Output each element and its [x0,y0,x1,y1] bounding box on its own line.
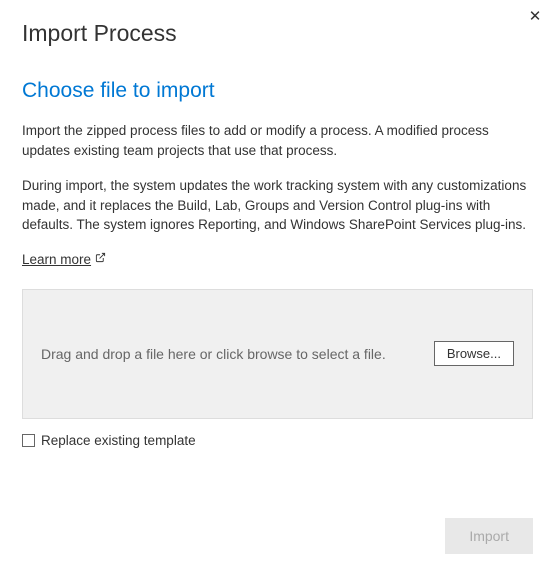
dropzone-instruction: Drag and drop a file here or click brows… [41,346,434,362]
external-link-icon [95,252,106,266]
description-paragraph-1: Import the zipped process files to add o… [22,121,533,160]
replace-template-row: Replace existing template [22,433,533,448]
browse-button[interactable]: Browse... [434,341,514,366]
close-button[interactable]: ✕ [527,8,543,24]
replace-template-label: Replace existing template [41,433,196,448]
learn-more-link[interactable]: Learn more [22,252,106,267]
dialog-content: Import Process Choose file to import Imp… [0,0,555,468]
dialog-title: Import Process [22,20,533,47]
dialog-footer: Import [445,518,533,554]
learn-more-text: Learn more [22,252,91,267]
replace-template-checkbox[interactable] [22,434,35,447]
section-heading: Choose file to import [22,79,533,103]
description-paragraph-2: During import, the system updates the wo… [22,176,533,235]
close-icon: ✕ [529,7,542,25]
file-dropzone[interactable]: Drag and drop a file here or click brows… [22,289,533,419]
import-button[interactable]: Import [445,518,533,554]
